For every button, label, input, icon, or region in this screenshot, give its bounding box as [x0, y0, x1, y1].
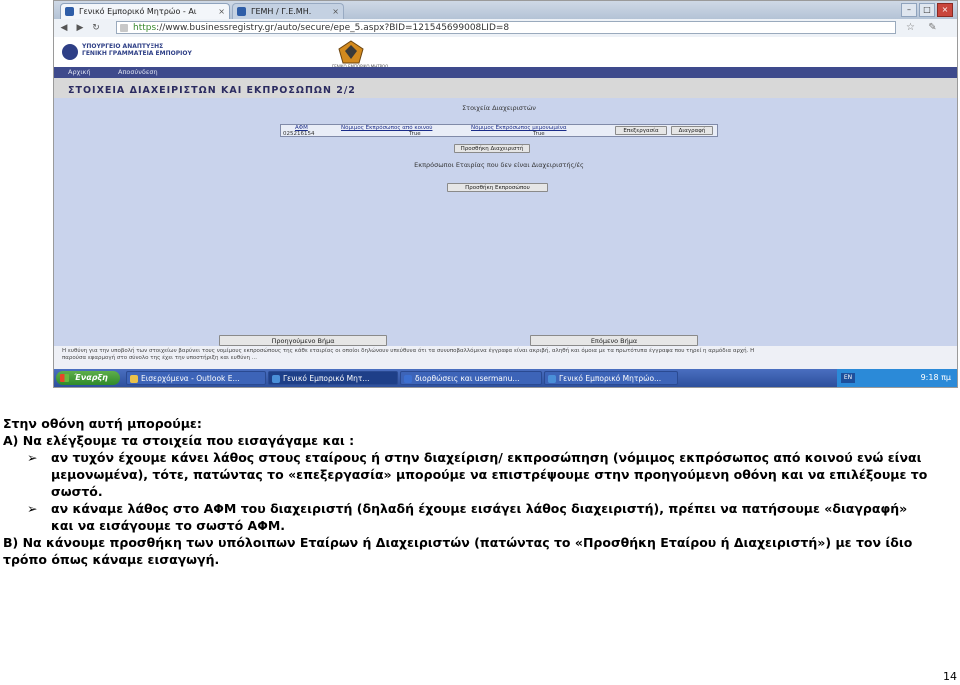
browser-tab-label: ΓΕΜΗ / Γ.Ε.ΜΗ.	[251, 7, 312, 16]
gemh-logo-icon	[338, 40, 364, 64]
outlook-icon	[130, 375, 138, 383]
page-title: ΣΤΟΙΧΕΙΑ ΔΙΑΧΕΙΡΙΣΤΩΝ ΚΑΙ ΕΚΠΡΟΣΩΠΩΝ 2/2	[68, 85, 356, 96]
taskbar-item-word[interactable]: διορθώσεις και usermanu...	[400, 371, 542, 385]
bullet-arrow-icon: ➢	[27, 501, 38, 516]
table-cell-afm: 025216154	[283, 131, 315, 137]
site-nav: Αρχική Αποσύνδεση	[54, 67, 957, 78]
page-number: 14	[943, 670, 957, 683]
table-header-single: Νόμιμος Εκπρόσωπος μεμονωμένα	[471, 125, 567, 131]
browser-icon	[548, 375, 556, 383]
legal-footer-note: Η ευθύνη για την υποβολή των στοιχείων β…	[54, 346, 957, 371]
nav-logout-link[interactable]: Αποσύνδεση	[118, 67, 158, 78]
nav-home-link[interactable]: Αρχική	[68, 67, 90, 78]
bullet-edit: ➢ αν τυχόν έχουμε κάνει λάθος στους εταί…	[27, 450, 928, 499]
browser-tab-bar: Γενικό Εμπορικό Μητρώο - Αι × ΓΕΜΗ / Γ.Ε…	[54, 1, 957, 19]
tab-close-icon[interactable]: ×	[332, 4, 339, 19]
page-favicon-icon	[65, 7, 74, 16]
start-button[interactable]: Έναρξη	[56, 371, 120, 385]
taskbar-item-browser-2[interactable]: Γενικό Εμπορικό Μητρώο...	[544, 371, 678, 385]
url-scheme: https	[133, 23, 157, 33]
delete-button[interactable]: Διαγραφή	[671, 126, 713, 135]
windows-flag-icon	[60, 374, 69, 382]
maximize-icon[interactable]: □	[919, 3, 935, 17]
ministry-name: ΥΠΟΥΡΓΕΙΟ ΑΝΑΠΤΥΞΗΣ ΓΕΝΙΚΗ ΓΡΑΜΜΑΤΕΙΑ ΕΜ…	[82, 43, 192, 57]
window-controls: – □ ×	[901, 3, 953, 17]
address-bar: ◀ ▶ ↻ https://www.businessregistry.gr/au…	[54, 19, 957, 38]
browser-icon	[272, 375, 280, 383]
previous-step-button[interactable]: Προηγούμενο Βήμα	[219, 335, 387, 346]
reps-section-title: Εκπρόσωποι Εταιρίας που δεν είναι Διαχει…	[414, 161, 584, 169]
bullet-delete: ➢ αν κάναμε λάθος στο ΑΦΜ του διαχειριστ…	[27, 501, 908, 533]
site-header: ΥΠΟΥΡΓΕΙΟ ΑΝΑΠΤΥΞΗΣ ΓΕΝΙΚΗ ΓΡΑΜΜΑΤΕΙΑ ΕΜ…	[54, 37, 957, 69]
word-icon	[404, 375, 412, 383]
taskbar-item-browser[interactable]: Γενικό Εμπορικό Μητ...	[268, 371, 398, 385]
bookmark-star-icon[interactable]: ☆	[904, 21, 917, 34]
add-manager-button[interactable]: Προσθήκη Διαχειριστή	[454, 144, 530, 153]
browser-tab-gemh[interactable]: Γενικό Εμπορικό Μητρώο - Αι ×	[60, 3, 230, 19]
section-a-heading: Α) Να ελέγξουμε τα στοιχεία που εισαγάγα…	[3, 433, 355, 448]
minimize-icon[interactable]: –	[901, 3, 917, 17]
taskbar-item-outlook[interactable]: Εισερχόμενα - Outlook E...	[126, 371, 266, 385]
windows-taskbar: Έναρξη Εισερχόμενα - Outlook E... Γενικό…	[54, 369, 957, 387]
form-area: Στοιχεία Διαχειριστών ΑΦΜ Νόμιμος Εκπρόσ…	[54, 98, 957, 346]
language-indicator[interactable]: EN	[841, 373, 855, 383]
browser-tab-gemh-2[interactable]: ΓΕΜΗ / Γ.Ε.ΜΗ. ×	[232, 3, 344, 19]
managers-section-title: Στοιχεία Διαχειριστών	[462, 104, 536, 112]
add-representative-button[interactable]: Προσθήκη Εκπροσώπου	[447, 183, 548, 192]
wrench-icon[interactable]: ✎	[926, 21, 939, 34]
lock-icon	[120, 24, 128, 32]
table-cell-single: True	[533, 131, 545, 137]
browser-screenshot: Γενικό Εμπορικό Μητρώο - Αι × ΓΕΜΗ / Γ.Ε…	[53, 0, 958, 388]
url-input[interactable]: https://www.businessregistry.gr/auto/sec…	[116, 21, 896, 34]
page-favicon-icon	[237, 7, 246, 16]
section-b-line1: Β) Να κάνουμε προσθήκη των υπόλοιπων Ετα…	[3, 535, 913, 550]
managers-table: ΑΦΜ Νόμιμος Εκπρόσωπος από κοινού Νόμιμο…	[280, 124, 718, 137]
browser-tab-label: Γενικό Εμπορικό Μητρώο - Αι	[79, 7, 197, 16]
tab-close-icon[interactable]: ×	[218, 4, 225, 19]
ministry-emblem-icon	[62, 44, 78, 60]
reload-icon[interactable]: ↻	[90, 22, 102, 34]
edit-button[interactable]: Επεξεργασία	[615, 126, 667, 135]
back-icon[interactable]: ◀	[58, 22, 70, 34]
system-tray: EN 9:18 πμ	[837, 369, 957, 387]
forward-icon[interactable]: ▶	[74, 22, 86, 34]
intro-line: Στην οθόνη αυτή μπορούμε:	[3, 416, 202, 431]
clock: 9:18 πμ	[920, 373, 951, 382]
section-b-line2: τρόπο όπως κάναμε εισαγωγή.	[3, 552, 220, 567]
document-body: Στην οθόνη αυτή μπορούμε: Α) Να ελέγξουμ…	[3, 415, 957, 568]
next-step-button[interactable]: Επόμενο Βήμα	[530, 335, 698, 346]
url-rest: ://www.businessregistry.gr/auto/secure/e…	[156, 23, 510, 33]
table-cell-joint: True	[409, 131, 421, 137]
close-window-icon[interactable]: ×	[937, 3, 953, 17]
bullet-arrow-icon: ➢	[27, 450, 38, 465]
